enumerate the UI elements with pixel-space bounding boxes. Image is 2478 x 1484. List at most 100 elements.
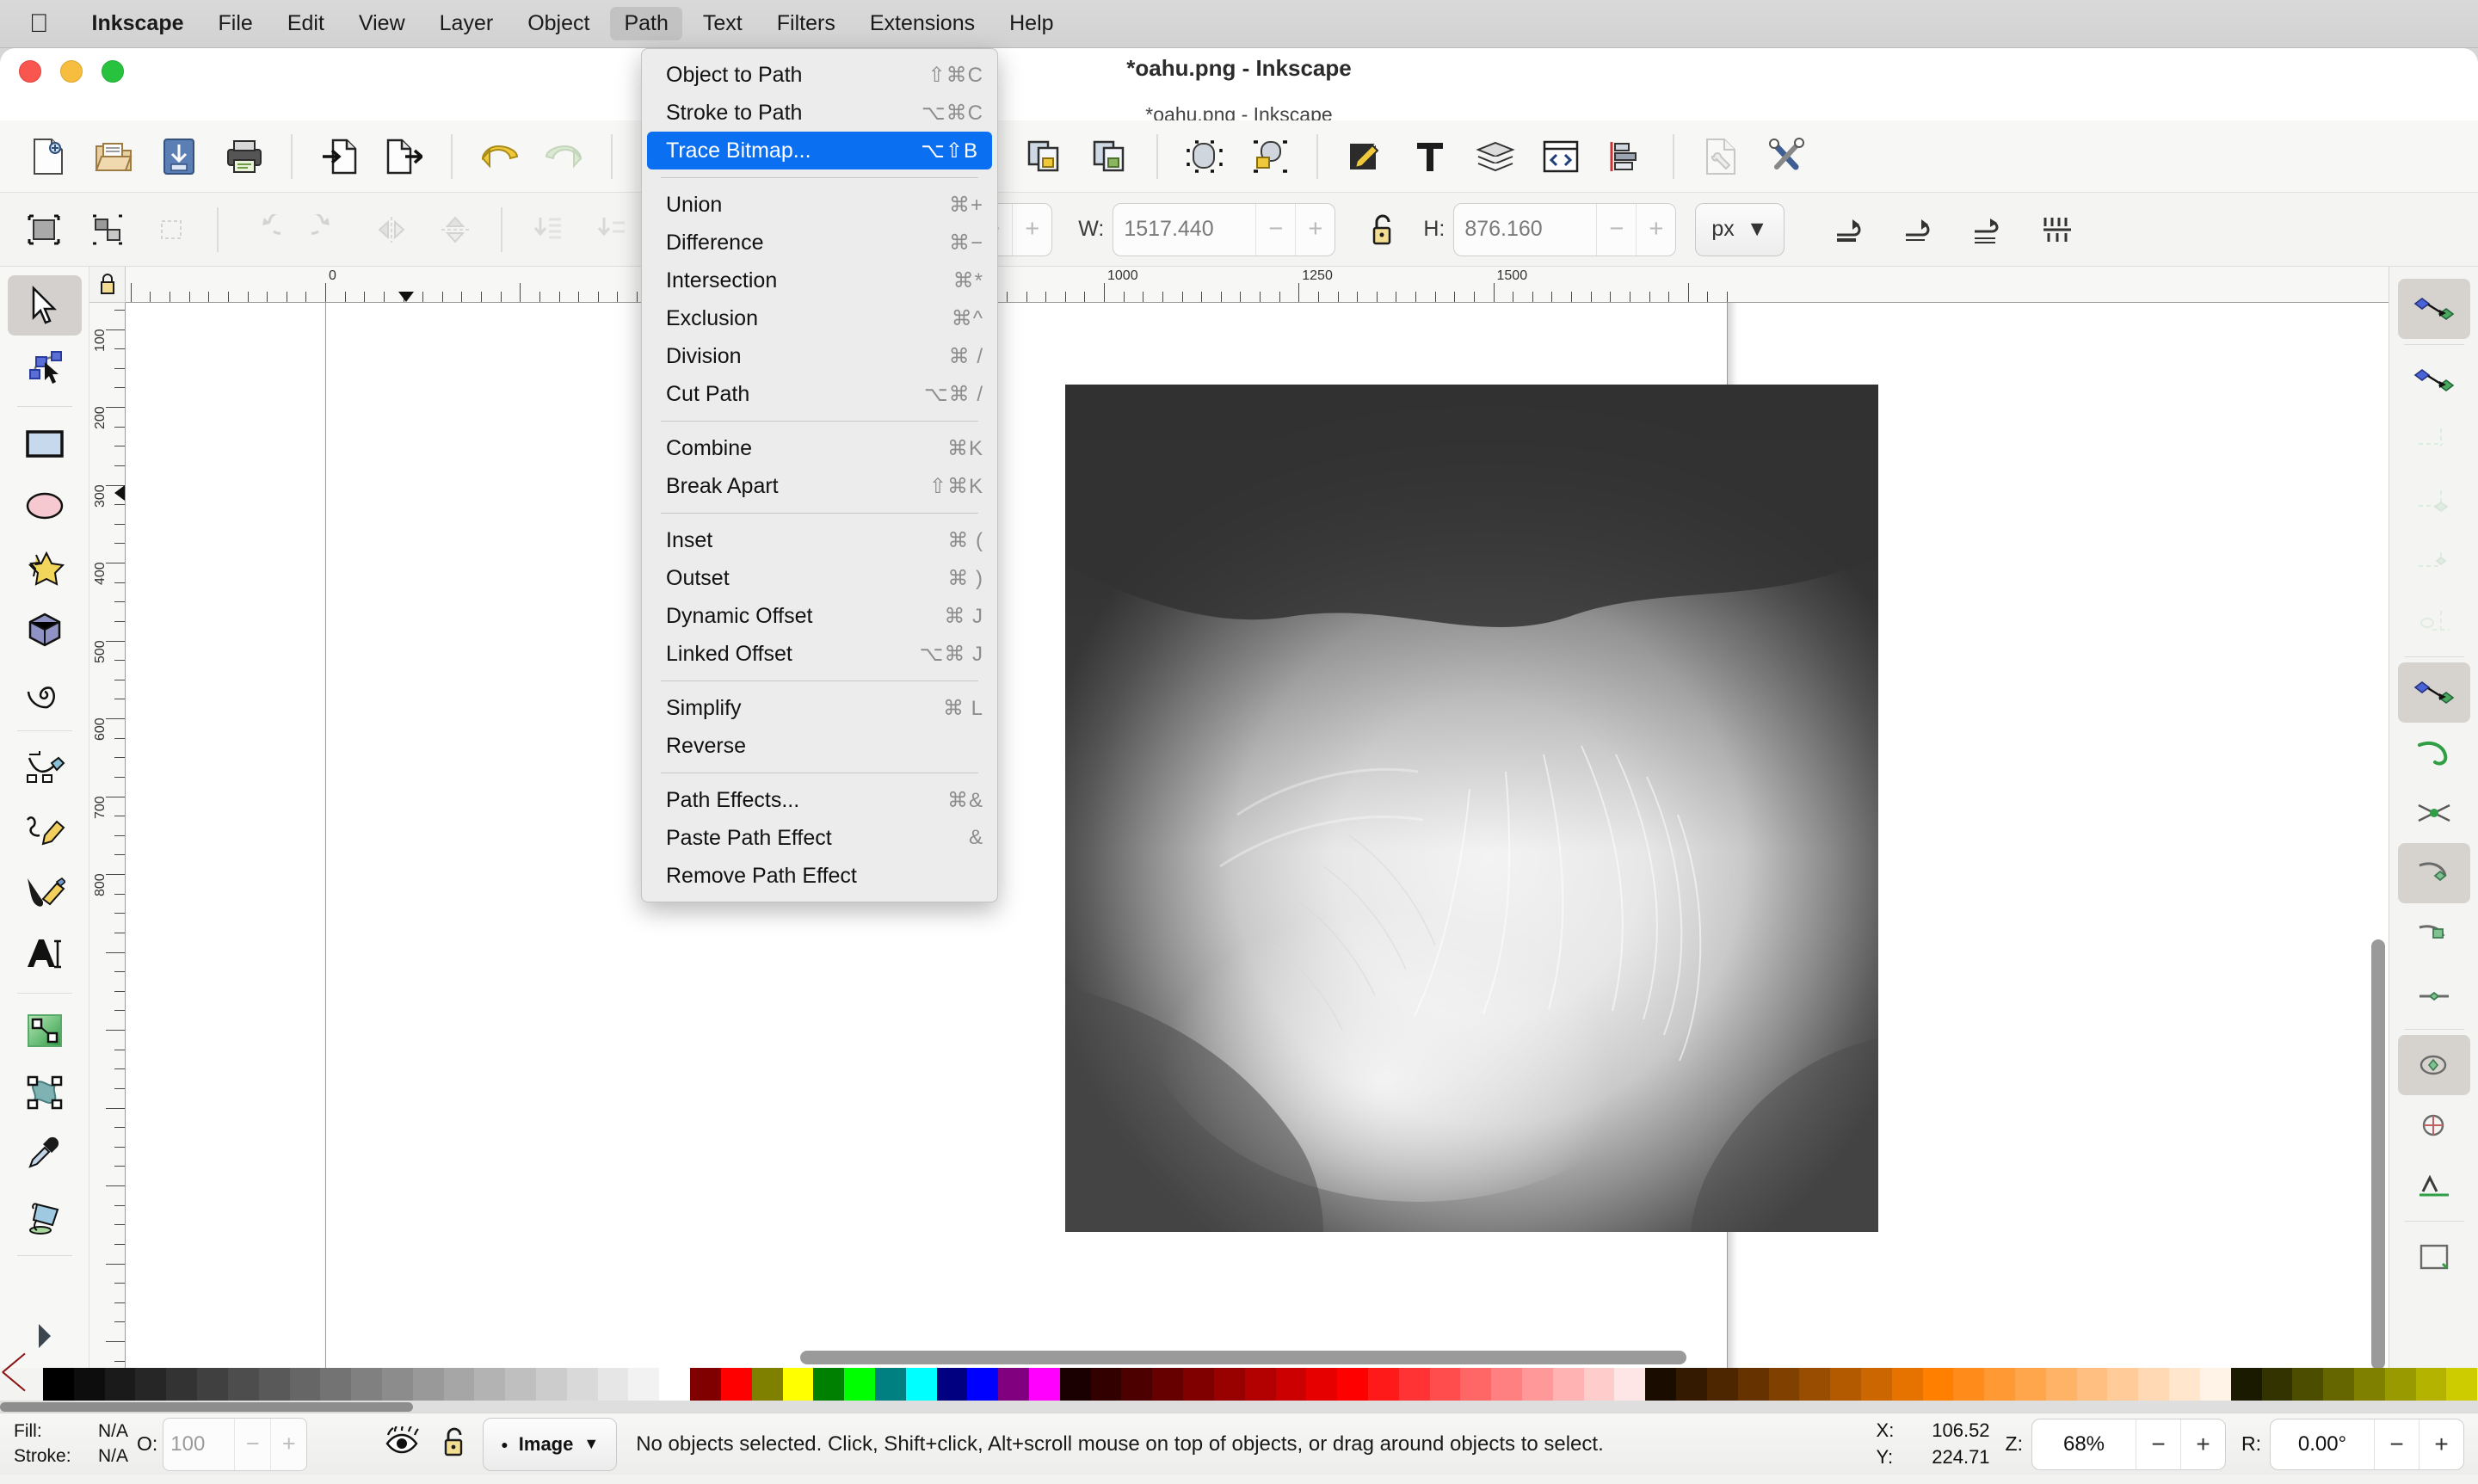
palette-swatch[interactable] (2169, 1368, 2200, 1401)
palette-swatch[interactable] (1984, 1368, 2015, 1401)
palette-swatch[interactable] (381, 1368, 413, 1401)
none-color-swatch[interactable] (0, 1368, 43, 1401)
w-input[interactable]: 1517.440 (1113, 204, 1255, 256)
zoom-value[interactable]: 68% (2032, 1419, 2136, 1469)
rotate-ccw-icon[interactable] (232, 201, 296, 258)
star-tool-icon[interactable] (8, 538, 82, 598)
unit-select[interactable]: px ▼ (1695, 202, 1785, 256)
palette-swatch[interactable] (1460, 1368, 1492, 1401)
dropper-tool-icon[interactable] (8, 1124, 82, 1185)
snap-bbox-edge-midpoint-icon[interactable] (2398, 531, 2470, 591)
w-decrement-button[interactable]: − (1255, 203, 1295, 256)
h-input[interactable]: 876.160 (1454, 204, 1596, 256)
menu-item-difference[interactable]: Difference ⌘− (642, 224, 997, 262)
oahu-png-image[interactable] (1065, 385, 1878, 1232)
text-dialog-icon[interactable] (1397, 126, 1463, 188)
palette-swatch[interactable] (351, 1368, 382, 1401)
menu-extensions[interactable]: Extensions (856, 7, 989, 40)
fill-stroke-indicator[interactable]: Fill: N/A Stroke: N/A (14, 1419, 128, 1469)
palette-swatch[interactable] (43, 1368, 74, 1401)
affect-rounded-corners-icon[interactable] (1888, 201, 1951, 258)
apple-icon[interactable]:  (29, 10, 49, 37)
palette-swatch[interactable] (1398, 1368, 1430, 1401)
palette-swatch[interactable] (166, 1368, 198, 1401)
palette-swatch[interactable] (905, 1368, 937, 1401)
h-decrement-button[interactable]: − (1596, 203, 1636, 256)
menu-item-intersection[interactable]: Intersection ⌘* (642, 262, 997, 299)
paint-bucket-tool-icon[interactable] (8, 1186, 82, 1247)
zoom-control[interactable]: Z: 68% − + (2006, 1418, 2226, 1470)
menu-path[interactable]: Path (610, 7, 682, 40)
pencil-bezier-tool-icon[interactable] (8, 738, 82, 798)
pencil-tool-icon[interactable] (8, 800, 82, 860)
save-document-icon[interactable] (146, 126, 212, 188)
opacity-spinner[interactable]: 100 − + (163, 1417, 308, 1471)
palette-swatch[interactable] (1953, 1368, 1985, 1401)
fill-stroke-dialog-icon[interactable] (1332, 126, 1397, 188)
palette-swatch[interactable] (1860, 1368, 1892, 1401)
palette-swatch[interactable] (659, 1368, 691, 1401)
undo-icon[interactable] (466, 126, 532, 188)
palette-swatch[interactable] (1337, 1368, 1368, 1401)
menu-item-union[interactable]: Union ⌘+ (642, 186, 997, 224)
document-properties-icon[interactable] (1688, 126, 1754, 188)
snap-bounding-box-icon[interactable] (2398, 350, 2470, 410)
palette-swatch[interactable] (2107, 1368, 2139, 1401)
node-tool-icon[interactable] (8, 337, 82, 397)
vertical-ruler[interactable]: 100 200 300 400 500 600 700 800 (89, 303, 126, 1368)
text-tool-icon[interactable] (8, 924, 82, 984)
palette-swatch[interactable] (505, 1368, 536, 1401)
ungroup-icon[interactable] (1237, 126, 1303, 188)
palette-swatch[interactable] (536, 1368, 567, 1401)
palette-swatch[interactable] (412, 1368, 444, 1401)
rotation-value[interactable]: 0.00° (2271, 1419, 2374, 1469)
visibility-icon[interactable] (385, 1426, 420, 1462)
horizontal-scroll-thumb[interactable] (800, 1351, 1686, 1364)
palette-swatch[interactable] (597, 1368, 629, 1401)
palette-swatch[interactable] (1737, 1368, 1769, 1401)
snap-rotation-center-icon[interactable] (2398, 1095, 2470, 1155)
rotation-field[interactable]: 0.00° − + (2270, 1418, 2464, 1470)
palette-swatch[interactable] (2353, 1368, 2385, 1401)
opacity-increment-button[interactable]: + (270, 1418, 306, 1470)
open-document-icon[interactable] (81, 126, 146, 188)
snap-text-baseline-icon[interactable] (2398, 1155, 2470, 1216)
snap-path-icon[interactable] (2398, 723, 2470, 783)
palette-swatch[interactable] (2045, 1368, 2077, 1401)
menu-item-outset[interactable]: Outset ⌘ ) (642, 559, 997, 597)
palette-swatch[interactable] (566, 1368, 598, 1401)
align-dialog-icon[interactable] (1593, 126, 1659, 188)
palette-swatch[interactable] (2446, 1368, 2478, 1401)
palette-swatch[interactable] (1830, 1368, 1861, 1401)
palette-swatch[interactable] (1645, 1368, 1677, 1401)
opacity-control[interactable]: O: 100 − + (137, 1417, 308, 1471)
menu-object[interactable]: Object (514, 7, 603, 40)
snap-node-cusp-icon[interactable] (2397, 843, 2470, 903)
palette-swatch[interactable] (720, 1368, 752, 1401)
menu-view[interactable]: View (345, 7, 419, 40)
menu-file[interactable]: File (205, 7, 267, 40)
layer-lock-icon[interactable] (441, 1426, 467, 1462)
flip-vertical-icon[interactable] (423, 201, 487, 258)
snap-bbox-center-icon[interactable] (2398, 591, 2470, 651)
menu-text[interactable]: Text (689, 7, 756, 40)
menu-item-cut-path[interactable]: Cut Path ⌥⌘ / (642, 375, 997, 413)
palette-swatch[interactable] (1275, 1368, 1307, 1401)
rectangle-tool-icon[interactable] (8, 414, 82, 474)
snap-object-center-icon[interactable] (2397, 1035, 2470, 1095)
zoom-out-button[interactable]: − (2136, 1419, 2180, 1469)
menu-item-simplify[interactable]: Simplify ⌘ L (642, 689, 997, 727)
rotate-ccw-button[interactable]: − (2374, 1419, 2419, 1469)
palette-swatch[interactable] (967, 1368, 999, 1401)
palette-scrollbar[interactable] (0, 1401, 2478, 1413)
palette-swatch[interactable] (2292, 1368, 2324, 1401)
tweak-tool-icon[interactable] (8, 1062, 82, 1123)
selector-tool-icon[interactable] (7, 275, 82, 336)
gradient-tool-icon[interactable] (8, 1001, 82, 1061)
zoom-field[interactable]: 68% − + (2031, 1418, 2226, 1470)
palette-swatch[interactable] (474, 1368, 506, 1401)
opacity-decrement-button[interactable]: − (234, 1418, 270, 1470)
menu-item-remove-path-effect[interactable]: Remove Path Effect (642, 857, 997, 895)
unlink-clone-icon[interactable] (1077, 126, 1143, 188)
palette-swatch[interactable] (1799, 1368, 1831, 1401)
